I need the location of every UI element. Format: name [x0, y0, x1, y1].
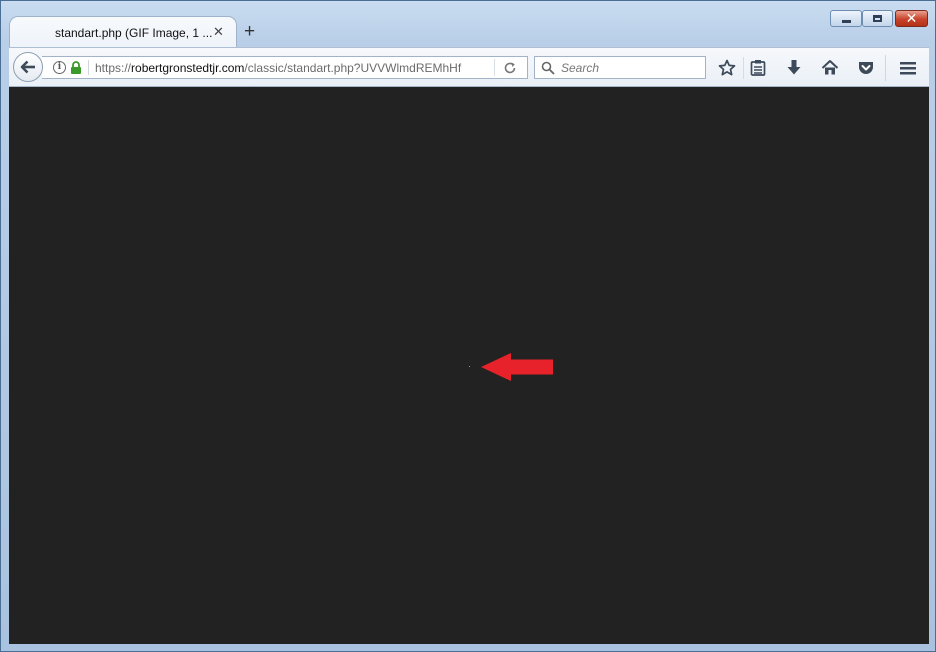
close-icon: ✕	[905, 10, 918, 26]
maximize-icon	[873, 15, 882, 22]
search-bar[interactable]: Search	[534, 56, 706, 79]
url-bar[interactable]: i https://robertgronstedtjr.com/classic/…	[42, 56, 528, 79]
search-input[interactable]: Search	[561, 61, 599, 75]
bookmark-star-icon[interactable]	[718, 59, 736, 77]
url-text[interactable]: https://robertgronstedtjr.com/classic/st…	[95, 61, 461, 75]
menu-icon[interactable]	[900, 59, 916, 77]
url-path: /classic/standart.php?UVVWlmdREMhHf	[244, 61, 462, 75]
back-arrow-icon	[20, 60, 35, 74]
search-icon	[541, 61, 555, 75]
menu-separator	[885, 55, 886, 81]
pocket-icon[interactable]	[857, 59, 875, 77]
url-separator	[88, 60, 89, 75]
back-button[interactable]	[13, 52, 43, 82]
url-prefix: https://	[95, 61, 132, 75]
library-icon[interactable]	[750, 59, 766, 77]
red-arrow-icon	[481, 353, 553, 381]
navigation-toolbar: i https://robertgronstedtjr.com/classic/…	[9, 47, 929, 87]
tab-standart-php[interactable]: standart.php (GIF Image, 1 ... ✕	[9, 16, 237, 48]
maximize-button[interactable]	[862, 10, 893, 27]
tab-title: standart.php (GIF Image, 1 ...	[55, 26, 213, 40]
reload-icon[interactable]	[503, 61, 517, 75]
tab-close-icon[interactable]: ✕	[213, 25, 224, 38]
info-icon[interactable]: i	[53, 61, 66, 74]
url-domain: robertgronstedtjr.com	[131, 61, 245, 75]
gif-image-pixel	[469, 366, 470, 367]
new-tab-button[interactable]: +	[244, 22, 255, 41]
minimize-icon	[842, 20, 851, 23]
download-icon[interactable]	[786, 59, 802, 77]
close-window-button[interactable]: ✕	[895, 10, 928, 27]
toolbar-separator	[743, 57, 744, 79]
minimize-button[interactable]	[830, 10, 862, 27]
home-icon[interactable]	[821, 59, 839, 77]
browser-window: standart.php (GIF Image, 1 ... ✕ + ✕ i h…	[0, 0, 936, 652]
page-content	[9, 87, 929, 644]
reload-separator	[494, 59, 495, 76]
lock-icon[interactable]	[70, 61, 82, 75]
